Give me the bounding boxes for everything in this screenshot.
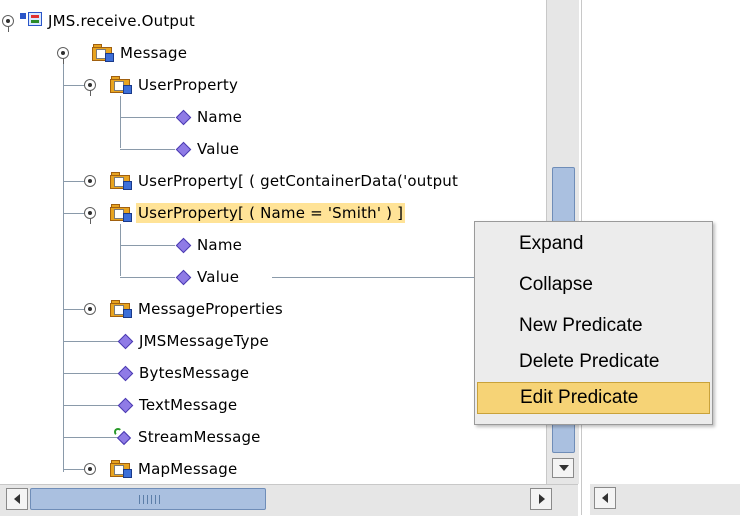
container-icon bbox=[110, 460, 132, 478]
container-icon bbox=[110, 76, 132, 94]
tree-node-messageproperties[interactable]: MessageProperties bbox=[110, 296, 283, 322]
menu-item-delete-predicate[interactable]: Delete Predicate bbox=[477, 346, 710, 378]
tree-node-message[interactable]: Message bbox=[92, 40, 187, 66]
tree-connector bbox=[63, 85, 85, 86]
node-label: Name bbox=[197, 236, 243, 254]
tree-node-root[interactable]: JMS.receive.Output bbox=[20, 8, 195, 34]
node-label: StreamMessage bbox=[138, 428, 261, 446]
menu-item-new-predicate[interactable]: New Predicate bbox=[477, 310, 710, 342]
tree-connector bbox=[63, 469, 85, 470]
node-label: Value bbox=[197, 268, 240, 286]
horizontal-scrollbar[interactable] bbox=[0, 484, 578, 516]
scroll-left-button[interactable] bbox=[6, 488, 28, 510]
tree-node-userproperty-pred2[interactable]: UserProperty[ ( Name = 'Smith' ) ] bbox=[110, 200, 406, 226]
context-menu: Expand Collapse New Predicate Delete Pre… bbox=[474, 221, 713, 425]
node-label-selected: UserProperty[ ( Name = 'Smith' ) ] bbox=[136, 203, 406, 223]
leaf-diamond-icon bbox=[175, 269, 192, 285]
node-label: Name bbox=[197, 108, 243, 126]
node-label: TextMessage bbox=[139, 396, 238, 414]
tree-node-bytesmessage[interactable]: BytesMessage bbox=[117, 360, 249, 386]
tree-connector bbox=[120, 96, 121, 148]
node-label: MessageProperties bbox=[138, 300, 283, 318]
tree-node-textmessage[interactable]: TextMessage bbox=[117, 392, 237, 418]
tree-connector bbox=[63, 309, 85, 310]
tree-connector bbox=[120, 149, 175, 150]
tree-node-value[interactable]: Value bbox=[175, 136, 239, 162]
tree-connector bbox=[63, 213, 85, 214]
canvas-scroll-left-button[interactable] bbox=[594, 487, 616, 509]
stream-leaf-icon bbox=[114, 428, 132, 446]
tree-node-name[interactable]: Name bbox=[175, 104, 242, 130]
tree-connector bbox=[63, 373, 118, 374]
node-label: UserProperty[ ( getContainerData('output bbox=[138, 172, 459, 190]
container-icon bbox=[110, 172, 132, 190]
horizontal-scroll-thumb[interactable] bbox=[30, 488, 266, 510]
tree-connector bbox=[120, 224, 121, 276]
expander-mapmessage[interactable] bbox=[84, 463, 96, 475]
tree-connector bbox=[120, 277, 175, 278]
scroll-right-button[interactable] bbox=[530, 488, 552, 510]
tree-connector bbox=[63, 405, 118, 406]
node-label: MapMessage bbox=[138, 460, 238, 478]
expander-message[interactable] bbox=[57, 47, 69, 64]
tree-node-userproperty-pred1[interactable]: UserProperty[ ( getContainerData('output bbox=[110, 168, 458, 194]
leaf-diamond-icon bbox=[117, 333, 134, 349]
canvas-horizontal-scrollbar[interactable] bbox=[590, 484, 740, 515]
leaf-diamond-icon bbox=[117, 365, 134, 381]
container-icon bbox=[92, 44, 114, 62]
container-icon bbox=[110, 300, 132, 318]
expander-userproperty-pred1[interactable] bbox=[84, 175, 96, 187]
container-icon bbox=[110, 204, 132, 222]
tree-connector bbox=[63, 341, 118, 342]
scroll-down-button[interactable] bbox=[552, 458, 574, 478]
node-label: JMS.receive.Output bbox=[48, 12, 195, 30]
tree-node-jmsmessagetype[interactable]: JMSMessageType bbox=[117, 328, 269, 354]
node-label: JMSMessageType bbox=[139, 332, 269, 350]
menu-item-collapse[interactable]: Collapse bbox=[477, 269, 710, 301]
menu-item-expand[interactable]: Expand bbox=[477, 228, 710, 260]
expander-root[interactable] bbox=[2, 15, 14, 32]
leaf-diamond-icon bbox=[117, 397, 134, 413]
tree-node-streammessage[interactable]: StreamMessage bbox=[114, 424, 261, 450]
leaf-diamond-icon bbox=[175, 109, 192, 125]
menu-item-edit-predicate[interactable]: Edit Predicate bbox=[477, 382, 710, 414]
leaf-diamond-icon bbox=[175, 141, 192, 157]
tree-connector bbox=[63, 181, 85, 182]
tree-connector bbox=[120, 117, 175, 118]
tree-node-value-2[interactable]: Value bbox=[175, 264, 239, 290]
tree-node-mapmessage[interactable]: MapMessage bbox=[110, 456, 237, 482]
expander-userproperty-pred2[interactable] bbox=[84, 207, 96, 224]
tree-connector bbox=[120, 245, 175, 246]
message-root-icon bbox=[20, 12, 42, 30]
tree-node-name-2[interactable]: Name bbox=[175, 232, 242, 258]
scroll-grip-icon bbox=[139, 495, 161, 504]
tree-connector bbox=[63, 62, 64, 472]
node-label: UserProperty bbox=[138, 76, 239, 94]
node-label: Value bbox=[197, 140, 240, 158]
expander-userproperty[interactable] bbox=[84, 79, 96, 96]
node-label: Message bbox=[120, 44, 188, 62]
expander-messageproperties[interactable] bbox=[84, 303, 96, 315]
tree-node-userproperty[interactable]: UserProperty bbox=[110, 72, 238, 98]
tree-connector bbox=[63, 437, 118, 438]
node-label: BytesMessage bbox=[139, 364, 250, 382]
leaf-diamond-icon bbox=[175, 237, 192, 253]
